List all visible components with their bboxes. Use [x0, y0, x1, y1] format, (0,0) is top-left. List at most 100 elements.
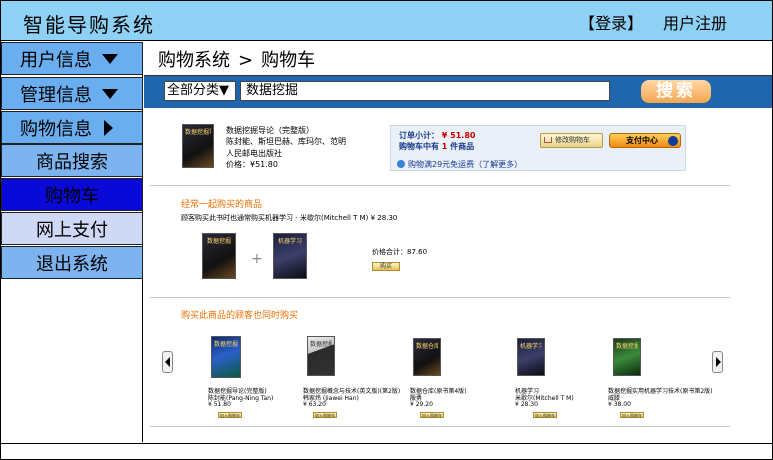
- sidebar-item-label: 退出系统: [36, 253, 108, 275]
- add-to-cart-button[interactable]: 加入购物车: [420, 412, 444, 418]
- subtotal-label: 订单小计：: [399, 131, 439, 140]
- chevron-left-icon: [165, 357, 170, 367]
- rec-book-cover[interactable]: 数据挖掘: [613, 338, 641, 376]
- add-to-cart-button[interactable]: 加入购物车: [218, 412, 242, 418]
- app-title: 智能导购系统: [23, 13, 155, 37]
- rec-book-cover[interactable]: 机器学习: [517, 338, 545, 376]
- rec-book-cover[interactable]: 数据仓库: [413, 338, 441, 376]
- main-content: 购物系统 > 购物车 全部分类▼ 数据挖掘 搜索 数据挖掘导论 数据挖掘导论（完整版…: [144, 42, 772, 442]
- count-suffix: 件商品: [450, 142, 475, 151]
- rec-book-price: ¥ 63.20: [303, 401, 326, 408]
- divider: [150, 426, 730, 427]
- add-to-cart-button[interactable]: 加入购物车: [313, 412, 337, 418]
- carousel-next-button[interactable]: [712, 351, 723, 373]
- rec-book-price: ¥ 51.80: [208, 401, 231, 408]
- sidebar: 用户信息 管理信息 购物信息 商品搜索 购物车 网上支付 退出系统: [1, 42, 143, 442]
- edit-cart-button[interactable]: 修改购物车: [540, 133, 603, 148]
- count-value: 1: [441, 142, 448, 151]
- cover-text: 数据挖掘: [616, 343, 638, 350]
- app-window: 智能导购系统 【登录】 用户注册 用户信息 管理信息 购物信息 商品搜索 购物车…: [0, 0, 773, 460]
- category-select[interactable]: 全部分类▼: [164, 81, 236, 101]
- rec-book-title[interactable]: 数据挖掘实用机器学习技术(原书第2版): [608, 386, 713, 395]
- cover-text: 机器学习: [277, 238, 302, 245]
- rec-book-price: ¥ 28.30: [515, 401, 538, 408]
- cart-book-publisher: 人民邮电出版社: [226, 149, 282, 158]
- sidebar-item-online-payment[interactable]: 网上支付: [1, 212, 143, 245]
- plus-icon: +: [251, 251, 263, 267]
- recommendation-item[interactable]: 机器学习 机器学习 米歇尔(Mitchell T M) ¥ 28.30 加入购物…: [515, 336, 615, 426]
- recommendations-section-title: 购买此商品的顾客也同时购买: [181, 311, 299, 321]
- cover-text: 数据挖掘: [214, 341, 238, 348]
- cover-text: 数据挖掘: [310, 341, 332, 348]
- rec-book-price: ¥ 38.00: [608, 401, 631, 408]
- checkout-label: 支付中心: [626, 136, 658, 145]
- sidebar-item-admin-info[interactable]: 管理信息: [1, 77, 143, 110]
- cart-count: 购物车中有 1 件商品: [399, 141, 474, 152]
- sidebar-item-label: 购物信息: [20, 118, 92, 140]
- breadcrumb-separator: >: [238, 50, 254, 71]
- cart-icon: [544, 137, 552, 143]
- top-header: 智能导购系统 【登录】 用户注册: [1, 1, 772, 41]
- search-bar: 全部分类▼ 数据挖掘 搜索: [144, 75, 772, 108]
- cart-book-price: 价格：¥51.80: [226, 160, 278, 169]
- recommendation-item[interactable]: 数据仓库 数据仓库(原书第4版) 殷勇 ¥ 29.20 加入购物车: [410, 336, 510, 426]
- bundle-section-title: 经常一起购买的商品: [181, 200, 263, 210]
- divider: [150, 297, 730, 298]
- carousel-prev-button[interactable]: [162, 351, 173, 373]
- footer-divider: [1, 443, 772, 444]
- recommendation-item[interactable]: 数据挖掘 数据挖掘实用机器学习技术(原书第2版) 威滕 ¥ 38.00 加入购物…: [608, 336, 713, 426]
- breadcrumb: 购物系统 > 购物车: [158, 46, 315, 72]
- breadcrumb-root[interactable]: 购物系统: [158, 50, 230, 71]
- sidebar-item-label: 用户信息: [20, 49, 92, 71]
- sidebar-item-cart[interactable]: 购物车: [1, 178, 143, 211]
- subtotal-value: ¥ 51.80: [441, 131, 476, 140]
- chevron-right-icon: [104, 119, 113, 136]
- divider: [150, 185, 730, 186]
- bundle-book-cover-1[interactable]: 数据挖掘: [202, 233, 236, 279]
- edit-cart-label: 修改购物车: [555, 136, 590, 144]
- sidebar-item-label: 商品搜索: [36, 151, 108, 173]
- chevron-down-icon: [102, 53, 118, 64]
- cover-text: 数据仓库: [416, 343, 438, 350]
- cart-book-cover[interactable]: 数据挖掘导论: [182, 124, 214, 168]
- sidebar-item-logout[interactable]: 退出系统: [1, 246, 143, 279]
- info-icon: [397, 160, 405, 168]
- chevron-right-icon: [716, 357, 721, 367]
- cover-text: 机器学习: [520, 343, 542, 350]
- cover-text: 数据挖掘导论: [185, 129, 211, 136]
- cart-summary: 订单小计： ¥ 51.80 购物车中有 1 件商品 修改购物车 支付中心 购物满…: [390, 125, 686, 171]
- bundle-buy-button[interactable]: 购买: [372, 262, 400, 271]
- search-button[interactable]: 搜索: [641, 80, 711, 103]
- cart-book-authors: 陈封能、斯坦巴赫、库玛尔、范明: [226, 137, 346, 146]
- recommendation-item[interactable]: 数据挖掘 数据挖掘概念与技术(英文版)(第2版) 韩家炜 (Jiawei Han…: [303, 336, 403, 426]
- cover-text: 数据挖掘: [206, 238, 231, 245]
- rec-book-cover[interactable]: 数据挖掘: [307, 336, 335, 376]
- sidebar-item-label: 购物车: [45, 185, 99, 207]
- search-input[interactable]: 数据挖掘: [240, 81, 610, 101]
- breadcrumb-current: 购物车: [261, 50, 316, 71]
- add-to-cart-button[interactable]: 加入购物车: [620, 412, 644, 418]
- shipping-note-text: 购物满29元免运费（了解更多）: [408, 160, 523, 169]
- login-link[interactable]: 【登录】: [579, 10, 643, 34]
- bundle-caption: 顾客购买此书时也通常购买机器学习 - 米歇尔(Mitchell T M) ¥ 2…: [181, 214, 398, 222]
- cart-book-title[interactable]: 数据挖掘导论（完整版）: [226, 125, 314, 136]
- bundle-book-cover-2[interactable]: 机器学习: [273, 233, 307, 279]
- register-link[interactable]: 用户注册: [663, 10, 727, 34]
- chevron-down-icon: [102, 88, 118, 99]
- order-subtotal: 订单小计： ¥ 51.80: [399, 130, 475, 141]
- sidebar-item-shopping-info[interactable]: 购物信息: [1, 111, 143, 144]
- free-shipping-link[interactable]: 购物满29元免运费（了解更多）: [397, 159, 522, 170]
- add-to-cart-button[interactable]: 加入购物车: [533, 412, 557, 418]
- cart-content: 数据挖掘导论 数据挖掘导论（完整版） 陈封能、斯坦巴赫、库玛尔、范明 人民邮电出…: [144, 108, 772, 442]
- rec-book-cover[interactable]: 数据挖掘: [211, 336, 241, 378]
- count-prefix: 购物车中有: [399, 142, 439, 151]
- rec-book-price: ¥ 29.20: [410, 401, 433, 408]
- arrow-right-icon: [668, 136, 678, 146]
- sidebar-item-label: 网上支付: [36, 219, 108, 241]
- sidebar-item-product-search[interactable]: 商品搜索: [1, 144, 143, 177]
- checkout-button[interactable]: 支付中心: [609, 133, 681, 148]
- sidebar-item-label: 管理信息: [20, 84, 92, 106]
- recommendation-item[interactable]: 数据挖掘 数据挖掘导论(完整版) 陈封能(Pang-Ning Tan) ¥ 51…: [208, 336, 308, 426]
- sidebar-item-user-info[interactable]: 用户信息: [1, 42, 143, 75]
- bundle-total: 价格合计：87.60: [372, 248, 428, 256]
